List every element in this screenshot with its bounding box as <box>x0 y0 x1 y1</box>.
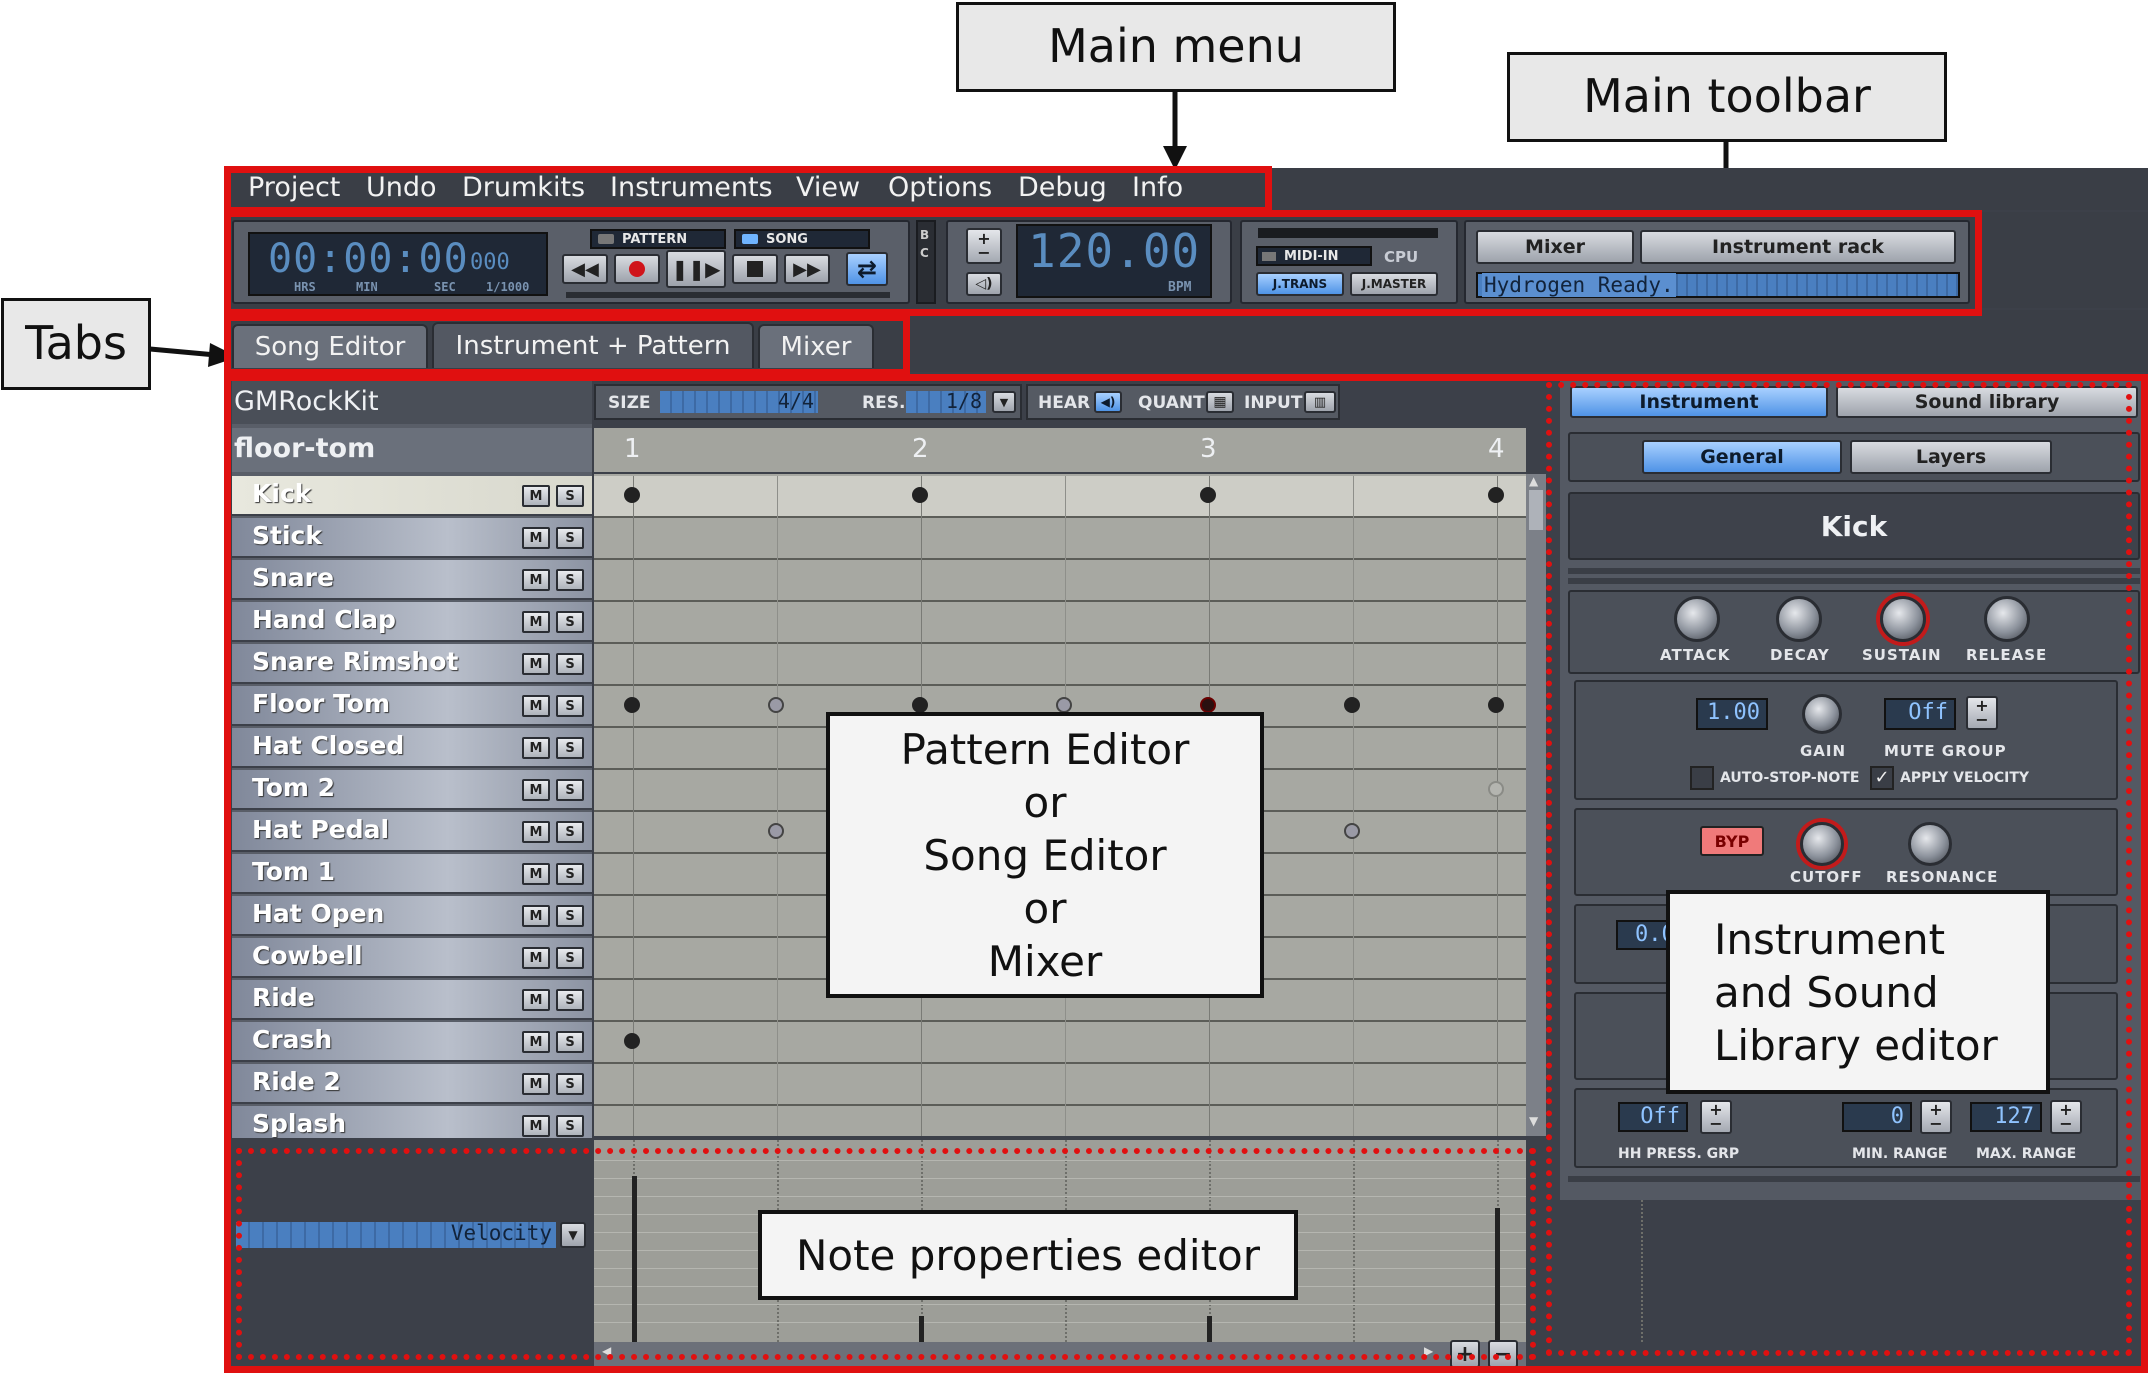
overlay-line-2: or <box>1023 777 1067 827</box>
callout-main-toolbar: Main toolbar <box>1507 52 1947 142</box>
highlight-main-menu <box>224 166 1272 214</box>
overlay-line-4: or <box>1023 883 1067 933</box>
overlay-ie-line-1: Instrument <box>1714 914 1946 964</box>
highlight-tabs <box>224 314 910 376</box>
highlight-instrument-editor <box>1546 382 2132 1356</box>
callout-tabs: Tabs <box>1 298 151 390</box>
overlay-line-1: Pattern Editor <box>900 724 1190 774</box>
highlight-main-toolbar <box>224 210 1982 316</box>
overlay-pattern-editor: Pattern Editor or Song Editor or Mixer <box>826 712 1264 998</box>
overlay-ie-line-2: and Sound <box>1714 967 1939 1017</box>
overlay-note-properties: Note properties editor <box>758 1210 1298 1300</box>
overlay-line-3: Song Editor <box>923 830 1167 880</box>
annotated-screenshot: Main menu Main toolbar Tabs Project Undo… <box>0 0 2148 1373</box>
overlay-line-5: Mixer <box>987 936 1103 986</box>
callout-main-menu: Main menu <box>956 2 1396 92</box>
overlay-ie-line-3: Library editor <box>1714 1020 1998 1070</box>
callout-arrow-main-menu <box>1163 90 1187 170</box>
overlay-instrument-editor: Instrument and Sound Library editor <box>1666 890 2050 1094</box>
